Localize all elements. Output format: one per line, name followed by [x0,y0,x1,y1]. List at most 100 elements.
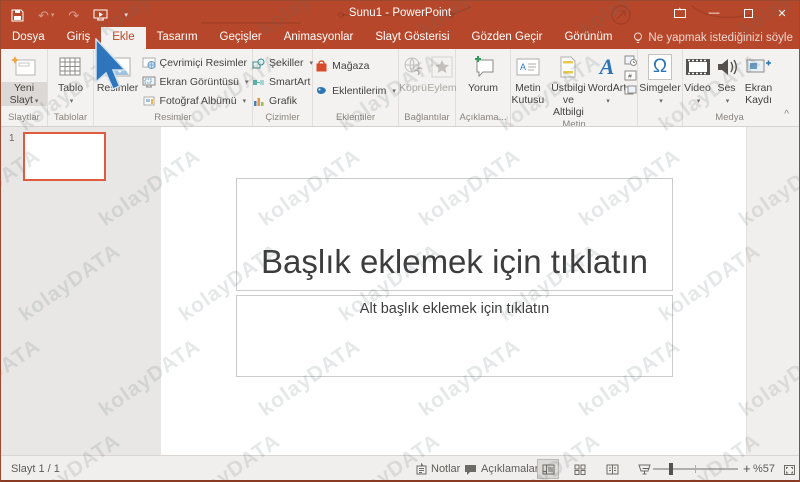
tab-ekle[interactable]: Ekle [101,27,146,49]
comments-icon [465,464,476,475]
slide-sorter-view-button[interactable] [569,459,591,479]
video-button[interactable]: Video ▾ [684,49,712,111]
maximize-icon [743,8,753,18]
group-metin: A Metin Kutusu Üstbilgi ve Altbilgi A Wo… [511,49,638,126]
customize-qat-button[interactable]: ▾ [122,12,128,19]
screen-recording-button[interactable]: Ekran Kaydı [742,49,776,111]
save-button[interactable] [11,9,24,22]
header-footer-icon [559,54,577,80]
group-tablolar: Tablo ▾ Tablolar [48,49,94,126]
notes-button[interactable]: Notlar [416,460,460,478]
textbox-icon: A [516,54,540,80]
my-addins-button[interactable]: Eklentilerim ▾ [315,83,396,99]
svg-text:A: A [520,62,526,72]
maximize-button[interactable] [731,1,765,25]
object-icon[interactable] [624,85,637,96]
group-eklentiler: Mağaza Eklentilerim ▾ Eklentiler [313,49,399,126]
new-slide-icon [11,54,37,80]
collapse-ribbon-button[interactable]: ^ [784,109,789,120]
audio-button[interactable]: Ses ▾ [715,49,739,111]
slideshow-icon [93,9,108,21]
online-pictures-icon [142,57,156,69]
smartart-icon [253,79,265,85]
undo-button[interactable]: ↶ ▾ [38,9,54,22]
normal-view-button[interactable] [537,459,559,479]
tab-slayt-gosterisi[interactable]: Slayt Gösterisi [364,27,460,49]
zoom-slider-thumb[interactable] [669,463,673,475]
omega-icon: Ω [647,54,673,80]
store-button[interactable]: Mağaza [315,58,396,74]
photo-album-button[interactable]: Fotoğraf Albümü ▾ [142,93,249,109]
group-label: Resimler [154,112,192,123]
table-icon [59,54,81,80]
ribbon-display-options-button[interactable] [663,1,697,25]
zoom-out-button[interactable]: − [642,461,650,476]
close-button[interactable]: ✕ [765,1,799,25]
notes-icon [416,463,427,475]
group-label: Tablolar [53,112,88,123]
date-time-icon[interactable] [624,55,637,66]
smartart-button[interactable]: SmartArt [252,74,313,90]
reading-view-button[interactable] [601,459,623,479]
ribbon-display-icon [674,8,686,18]
normal-view-icon [542,464,554,474]
subtitle-placeholder[interactable]: Alt başlık eklemek için tıklatın [236,295,673,377]
group-label [638,111,682,126]
tab-tasarim[interactable]: Tasarım [146,27,209,49]
tab-dosya[interactable]: Dosya [1,27,56,49]
slide-canvas[interactable]: Başlık eklemek için tıklatın Alt başlık … [161,127,746,455]
video-icon [685,54,711,80]
comments-button[interactable]: Açıklamalar [464,460,538,478]
group-label: Çizimler [265,112,300,123]
title-bar: ↶▾ ↷ ▾ Sunu1 - PowerPoint — ✕ [1,1,799,29]
pictures-button[interactable]: Resimler [97,49,138,111]
symbols-button[interactable]: Ω Simgeler ▾ [639,49,681,111]
chart-button[interactable]: Grafik [252,93,313,109]
tell-me-box[interactable]: Ne yapmak istediğinizi söyle [623,27,799,49]
redo-button[interactable]: ↷ [68,9,79,22]
tab-gorunum[interactable]: Görünüm [553,27,623,49]
tab-animasyonlar[interactable]: Animasyonlar [273,27,365,49]
slide-sorter-icon [574,464,586,475]
header-footer-button[interactable]: Üstbilgi ve Altbilgi [547,49,590,118]
group-label: Metin [562,119,586,126]
group-resimler: Resimler Çevrimiçi Resimler Ekran Görünt… [94,49,253,126]
comment-button[interactable]: Yorum [468,49,498,111]
wordart-icon: A [599,54,615,79]
screenshot-button[interactable]: Ekran Görüntüsü ▾ [142,74,248,90]
window-controls: — ✕ [663,1,799,25]
minimize-button[interactable]: — [697,1,731,25]
slide-number-icon[interactable]: # [624,70,637,81]
my-addins-icon [317,87,327,94]
shapes-button[interactable]: Şekiller ▾ [252,55,313,71]
wordart-button[interactable]: A WordArt ▾ [588,49,626,118]
group-aciklama: Yorum Açıklama... [456,49,511,126]
textbox-button[interactable]: A Metin Kutusu [511,49,545,118]
photo-album-icon [143,96,155,106]
start-slideshow-button[interactable] [93,9,108,21]
vertical-scrollbar-area[interactable] [746,127,799,455]
title-placeholder[interactable]: Başlık eklemek için tıklatın [236,178,673,291]
new-slide-button[interactable]: Yeni Slayt ▾ [1,49,47,111]
table-button[interactable]: Tablo ▾ [58,49,83,111]
tab-gecisler[interactable]: Geçişler [209,27,273,49]
powerpoint-window: ↶▾ ↷ ▾ Sunu1 - PowerPoint — ✕ Dosya Giri… [0,0,800,482]
action-button: Eylem [427,49,457,111]
pictures-icon [105,54,131,80]
slide-thumbnail[interactable] [23,132,106,181]
group-label: Eklentiler [335,112,376,123]
screen-recording-icon [746,54,772,80]
zoom-percentage[interactable]: %57 [753,463,775,475]
online-pictures-button[interactable]: Çevrimiçi Resimler [142,55,249,71]
tab-gozden-gecir[interactable]: Gözden Geçir [461,27,554,49]
hyperlink-button: Köprü [399,49,427,111]
tab-giris[interactable]: Giriş [56,27,102,49]
lightbulb-icon [634,32,643,43]
group-medya: Video ▾ Ses ▾ Ekran Kaydı Medya [683,49,776,126]
subtitle-placeholder-text: Alt başlık eklemek için tıklatın [359,301,550,317]
fit-to-window-button[interactable] [778,460,799,480]
zoom-in-button[interactable]: + [743,461,751,476]
store-icon [316,60,327,72]
ribbon-tab-row: Dosya Giriş Ekle Tasarım Geçişler Animas… [1,27,799,49]
slide-number-label: 1 [9,133,15,144]
